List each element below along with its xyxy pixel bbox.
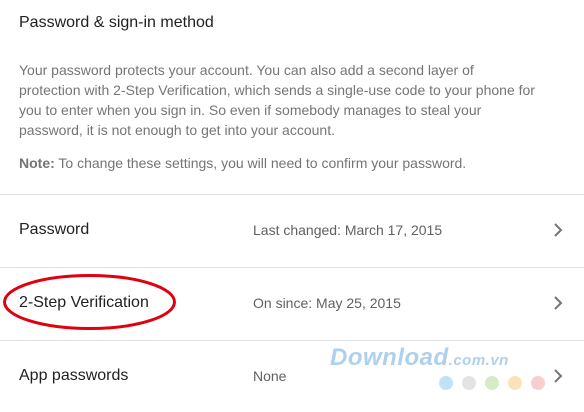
note-text: To change these settings, you will need …	[54, 155, 467, 171]
note-prefix: Note:	[19, 155, 55, 171]
section-title: Password & sign-in method	[19, 14, 214, 31]
password-label: Password	[19, 221, 90, 238]
watermark-dot	[531, 376, 545, 390]
watermark-suffix: .com.vn	[448, 352, 509, 369]
watermark-dot	[508, 376, 522, 390]
password-row[interactable]: Password Last changed: March 17, 2015	[0, 194, 584, 266]
two-step-verification-status: On since: May 25, 2015	[253, 295, 401, 311]
settings-note: Note: To change these settings, you will…	[19, 153, 559, 173]
watermark-dot	[439, 376, 453, 390]
chevron-right-icon	[554, 223, 563, 237]
chevron-right-icon	[554, 296, 563, 310]
app-passwords-value: None	[253, 368, 287, 384]
watermark-dot	[462, 376, 476, 390]
download-watermark: Download.com.vn	[330, 344, 509, 372]
chevron-right-icon	[554, 369, 563, 383]
highlight-circle	[3, 274, 176, 330]
watermark-dot	[485, 376, 499, 390]
section-description: Your password protects your account. You…	[19, 62, 535, 138]
watermark-brand: Download	[330, 344, 449, 371]
password-last-changed: Last changed: March 17, 2015	[253, 222, 443, 238]
app-passwords-label: App passwords	[19, 367, 129, 384]
